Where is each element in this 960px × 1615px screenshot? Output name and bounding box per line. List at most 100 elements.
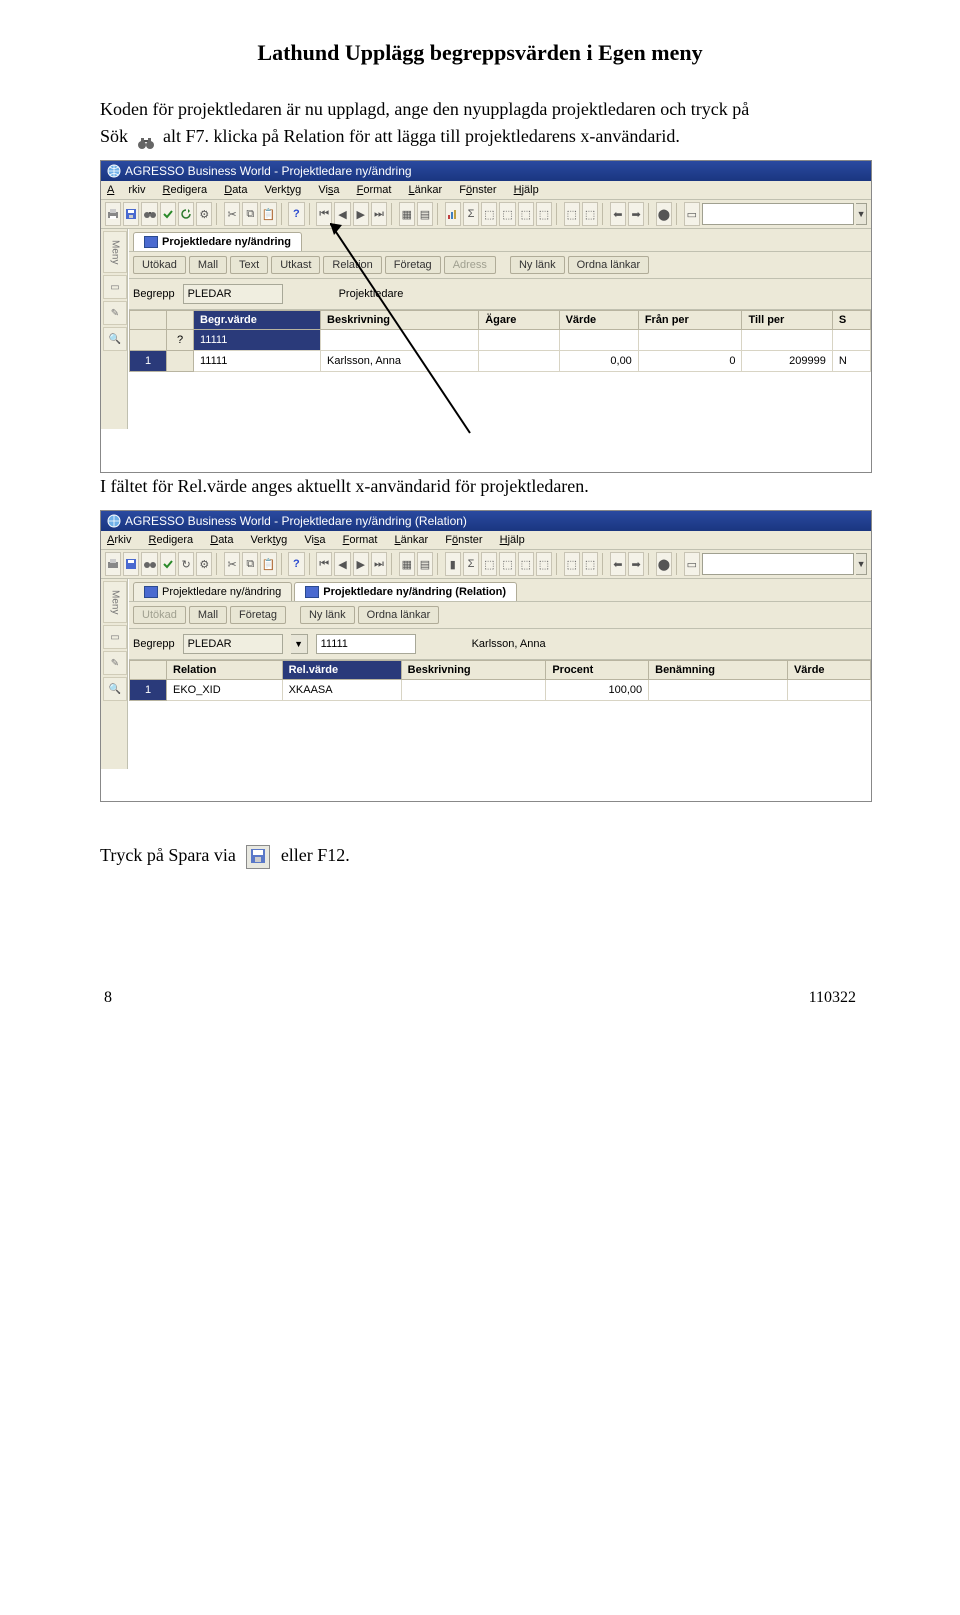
menu-verktyg[interactable]: Verktyg: [265, 184, 302, 196]
menu-fonster[interactable]: Fönster: [445, 534, 482, 546]
print-icon[interactable]: [105, 202, 121, 226]
col-s[interactable]: S: [832, 311, 870, 330]
pill-foretag[interactable]: Företag: [385, 256, 441, 274]
pill-mall[interactable]: Mall: [189, 606, 227, 624]
col-varde[interactable]: Värde: [787, 661, 870, 680]
menu-data[interactable]: Data: [224, 184, 247, 196]
t5-icon[interactable]: ⬚: [536, 552, 552, 576]
pill-foretag[interactable]: Företag: [230, 606, 286, 624]
pill-nylank[interactable]: Ny länk: [510, 256, 565, 274]
nav-first-icon[interactable]: ⏮: [316, 202, 332, 226]
help-icon[interactable]: ?: [288, 552, 304, 576]
menu-redigera[interactable]: Redigera: [149, 534, 194, 546]
toolbar-address-drop[interactable]: ▼: [856, 553, 867, 575]
col-tillper[interactable]: Till per: [742, 311, 832, 330]
find-icon[interactable]: [141, 552, 157, 576]
side-tool-1[interactable]: ▭: [103, 625, 127, 649]
col-benamning[interactable]: Benämning: [649, 661, 788, 680]
tool-icon[interactable]: ⚙: [196, 552, 212, 576]
link-b-icon[interactable]: ⬚: [582, 202, 598, 226]
col-relation[interactable]: Relation: [167, 661, 283, 680]
col-beskrivning[interactable]: Beskrivning: [401, 661, 546, 680]
col-relvarde[interactable]: Rel.värde: [282, 661, 401, 680]
side-tool-3[interactable]: 🔍: [103, 327, 127, 351]
stop-icon[interactable]: ⬤: [656, 552, 672, 576]
col-begrvarde[interactable]: Begr.värde: [194, 311, 321, 330]
copy-icon[interactable]: ⧉: [242, 552, 258, 576]
fwd-icon[interactable]: ➡: [628, 202, 644, 226]
nav-last-icon[interactable]: ⏭: [371, 552, 387, 576]
col-procent[interactable]: Procent: [546, 661, 649, 680]
tool2-icon[interactable]: ⬚: [481, 202, 497, 226]
sum-icon[interactable]: Σ: [463, 552, 479, 576]
pill-mall[interactable]: Mall: [189, 256, 227, 274]
menu-lankar[interactable]: Länkar: [409, 184, 443, 196]
col-agare[interactable]: Ägare: [479, 311, 559, 330]
toolbar-address-field[interactable]: [702, 203, 854, 225]
save-icon[interactable]: [123, 202, 139, 226]
pill-ordna[interactable]: Ordna länkar: [358, 606, 440, 624]
paste-icon[interactable]: 📋: [260, 202, 276, 226]
doc-icon[interactable]: ▭: [684, 552, 700, 576]
tool-icon[interactable]: ⚙: [196, 202, 212, 226]
grid-b-icon[interactable]: ▤: [417, 552, 433, 576]
side-tool-2[interactable]: ✎: [103, 301, 127, 325]
nav-prev-icon[interactable]: ◀: [334, 552, 350, 576]
print-icon[interactable]: [105, 552, 121, 576]
fwd-icon[interactable]: ➡: [628, 552, 644, 576]
back-icon[interactable]: ⬅: [610, 552, 626, 576]
tool3-icon[interactable]: ⬚: [499, 202, 515, 226]
menu-visa[interactable]: Visa: [318, 184, 339, 196]
nav-next-icon[interactable]: ▶: [353, 552, 369, 576]
cut-icon[interactable]: ✂: [224, 552, 240, 576]
grid-a-icon[interactable]: ▦: [399, 202, 415, 226]
copy-icon[interactable]: ⧉: [242, 202, 258, 226]
menu-redigera[interactable]: Redigera: [163, 184, 208, 196]
begrepp-drop[interactable]: ▼: [291, 634, 308, 654]
begrepp-field[interactable]: PLEDAR: [183, 634, 283, 654]
t3-icon[interactable]: ⬚: [499, 552, 515, 576]
stop-icon[interactable]: ⬤: [656, 202, 672, 226]
code-field[interactable]: 11111: [316, 634, 416, 654]
col-beskrivning[interactable]: Beskrivning: [321, 311, 479, 330]
check-icon[interactable]: [160, 552, 176, 576]
nav-prev-icon[interactable]: ◀: [334, 202, 350, 226]
back-icon[interactable]: ⬅: [610, 202, 626, 226]
nav-last-icon[interactable]: ⏭: [371, 202, 387, 226]
t2-icon[interactable]: ⬚: [481, 552, 497, 576]
la-icon[interactable]: ⬚: [564, 552, 580, 576]
menu-hjalp[interactable]: Hjälp: [500, 534, 525, 546]
menu-hjalp[interactable]: Hjälp: [514, 184, 539, 196]
grid-a-icon[interactable]: ▦: [399, 552, 415, 576]
toolbar-address-field[interactable]: [702, 553, 854, 575]
link-a-icon[interactable]: ⬚: [564, 202, 580, 226]
side-tool-3[interactable]: 🔍: [103, 677, 127, 701]
table-row[interactable]: 1 EKO_XID XKAASA 100,00: [130, 680, 871, 701]
pill-utkast[interactable]: Utkast: [271, 256, 320, 274]
check-icon[interactable]: [160, 202, 176, 226]
table-row[interactable]: ? 11111: [130, 330, 871, 351]
grid-b-icon[interactable]: ▤: [417, 202, 433, 226]
toolbar-address-drop[interactable]: ▼: [856, 203, 867, 225]
menu-lankar[interactable]: Länkar: [395, 534, 429, 546]
side-tool-1[interactable]: ▭: [103, 275, 127, 299]
save-icon[interactable]: [123, 552, 139, 576]
help-icon[interactable]: ?: [288, 202, 304, 226]
menu-arkiv[interactable]: Arkiv: [107, 534, 131, 546]
pill-nylank[interactable]: Ny länk: [300, 606, 355, 624]
pill-ordna[interactable]: Ordna länkar: [568, 256, 650, 274]
tool5-icon[interactable]: ⬚: [536, 202, 552, 226]
pill-utokad[interactable]: Utökad: [133, 256, 186, 274]
nav-next-icon[interactable]: ▶: [353, 202, 369, 226]
sum-icon[interactable]: Σ: [463, 202, 479, 226]
menu-format[interactable]: Format: [343, 534, 378, 546]
refresh-icon[interactable]: ↻: [178, 552, 194, 576]
menu-fonster[interactable]: Fönster: [459, 184, 496, 196]
menu-bar[interactable]: Arkiv Redigera Data Verktyg Visa Format …: [101, 531, 871, 550]
menu-arkiv[interactable]: Arkiv: [107, 184, 145, 196]
side-menu-tab[interactable]: Meny: [103, 231, 127, 273]
cut-icon[interactable]: ✂: [224, 202, 240, 226]
refresh-icon[interactable]: [178, 202, 194, 226]
nav-first-icon[interactable]: ⏮: [316, 552, 332, 576]
find-icon[interactable]: [141, 202, 157, 226]
